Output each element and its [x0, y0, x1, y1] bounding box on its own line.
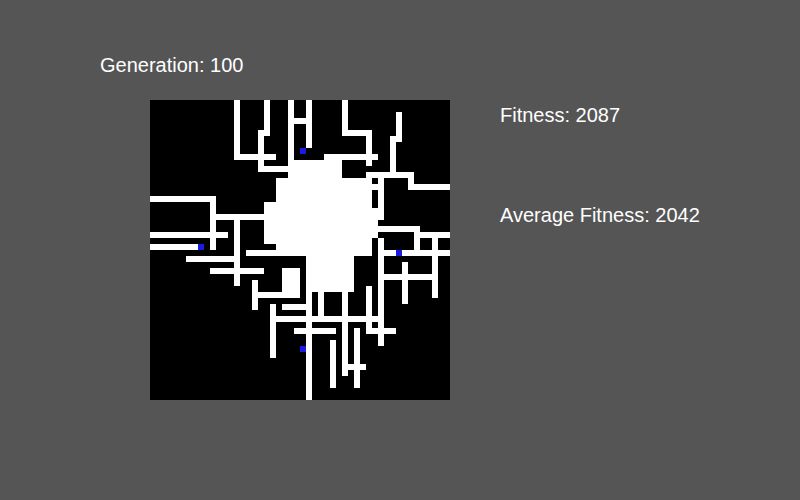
- agent: [300, 346, 306, 352]
- agent: [396, 250, 402, 256]
- app: Generation: 100 Fitness: 2087 Average Fitn…: [0, 0, 800, 500]
- average-fitness-label: Average Fitness: 2042: [500, 202, 700, 228]
- agent: [300, 148, 306, 154]
- stats-column: Fitness: 2087 Average Fitness: 2042: [450, 0, 700, 500]
- left-column: Generation: 100: [0, 0, 450, 500]
- generation-label: Generation: 100: [100, 52, 450, 78]
- fitness-label: Fitness: 2087: [500, 102, 700, 128]
- simulation-board: [150, 100, 450, 400]
- agent: [198, 244, 204, 250]
